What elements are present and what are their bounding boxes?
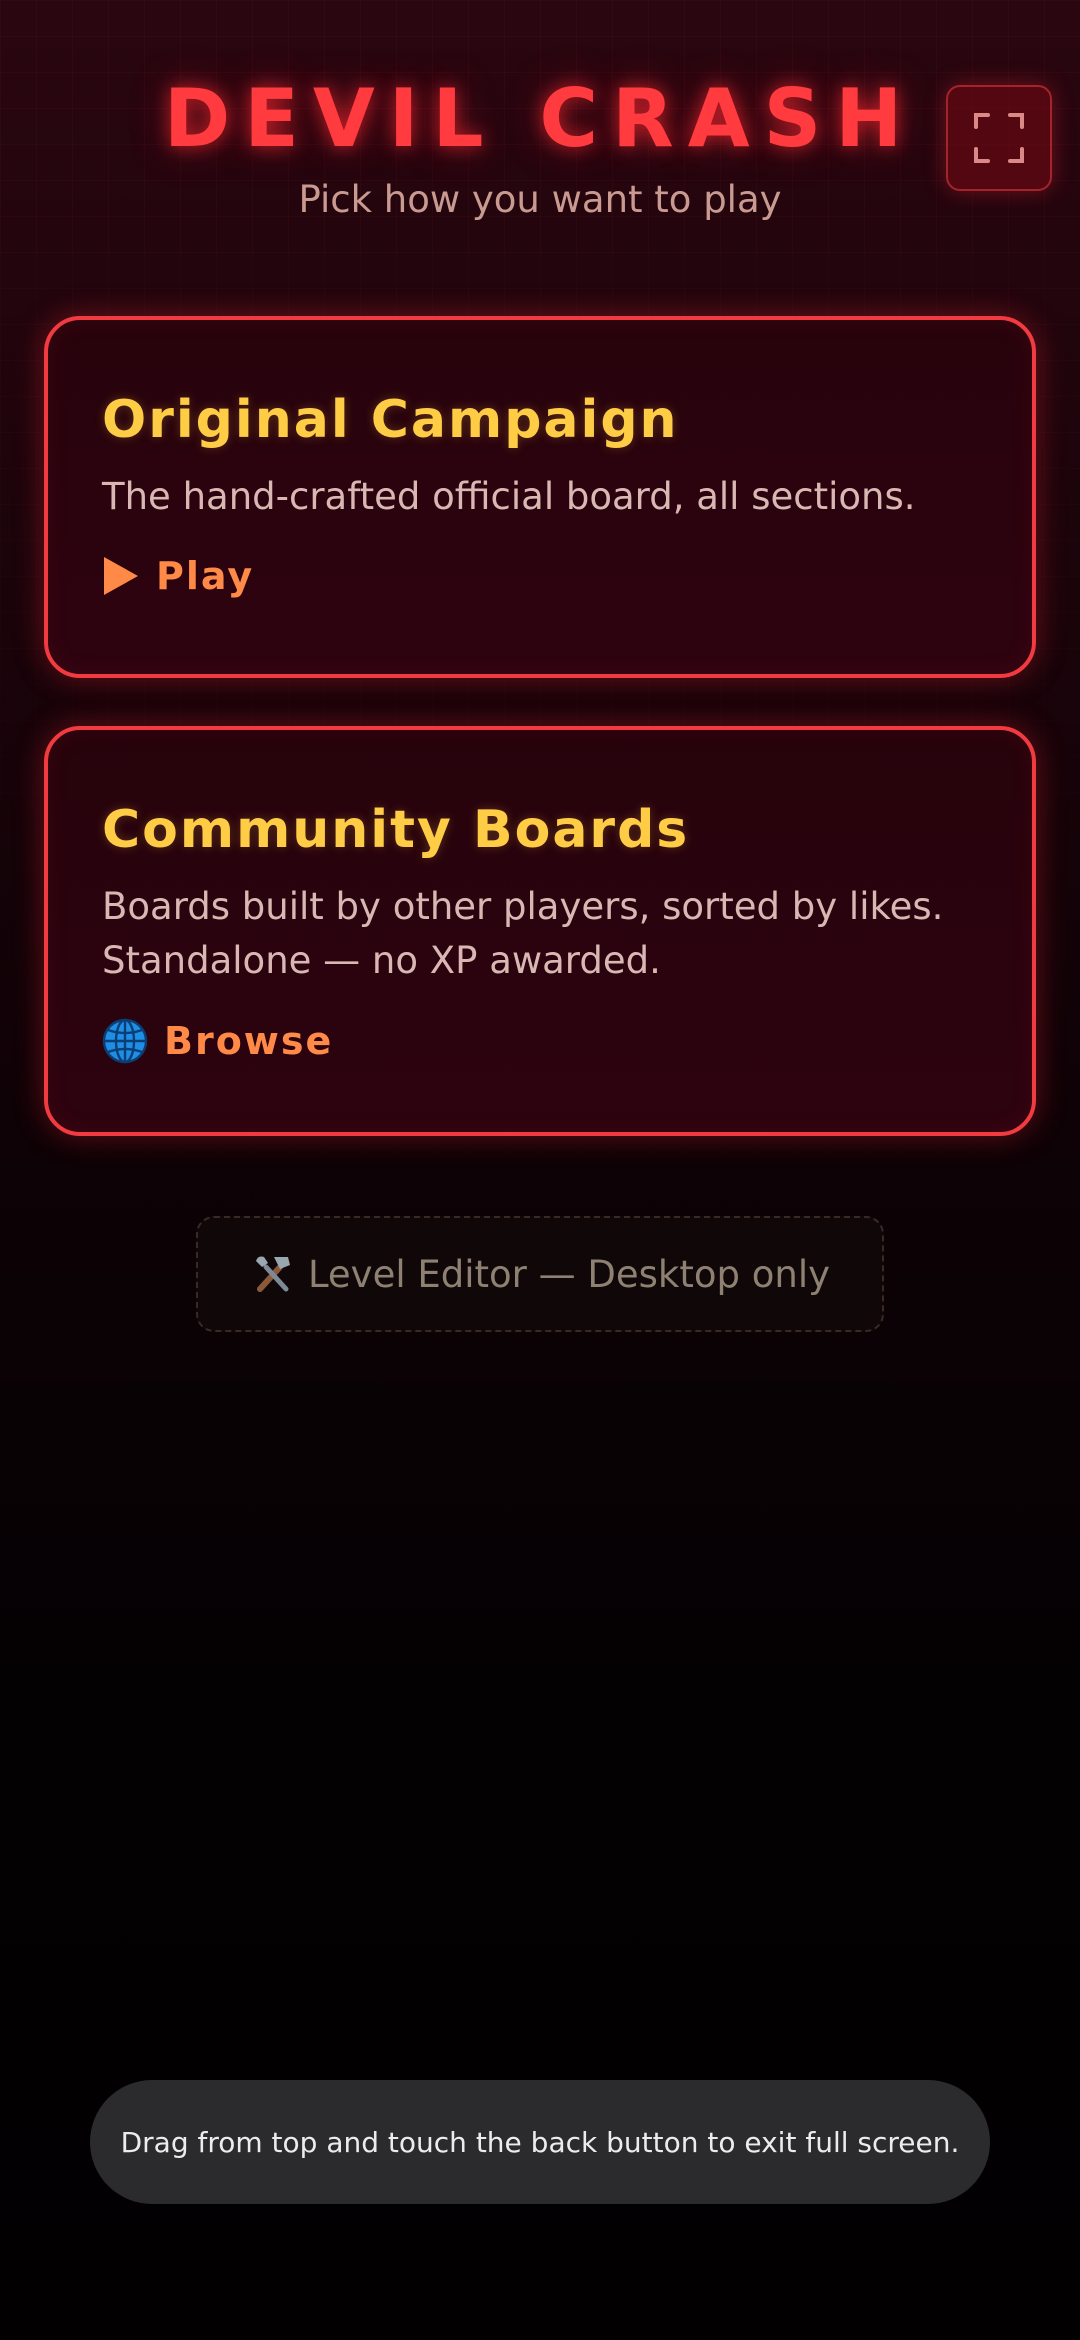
card-title: Original Campaign — [102, 390, 679, 450]
card-description-line: Boards built by other players, sorted by… — [102, 885, 944, 928]
globe-icon — [102, 1018, 148, 1064]
play-button[interactable]: Play — [102, 554, 978, 598]
play-icon — [104, 557, 138, 595]
page-subtitle: Pick how you want to play — [298, 178, 782, 221]
browse-button[interactable]: Browse — [102, 1018, 978, 1064]
tools-icon — [255, 1256, 290, 1292]
level-editor-notice: Level Editor — Desktop only — [196, 1216, 884, 1332]
level-editor-label: Level Editor — Desktop only — [307, 1252, 831, 1296]
original-campaign-card[interactable]: Original Campaign The hand-crafted offic… — [44, 316, 1036, 678]
browse-label: Browse — [164, 1019, 334, 1063]
fullscreen-button[interactable] — [946, 85, 1052, 191]
card-description: Boards built by other players, sorted by… — [102, 880, 978, 988]
card-description-line: Standalone — no XP awarded. — [102, 939, 661, 982]
card-description: The hand-crafted official board, all sec… — [102, 475, 916, 518]
fullscreen-toast: Drag from top and touch the back button … — [90, 2080, 990, 2204]
card-title: Community Boards — [102, 800, 690, 860]
game-title: DEVIL CRASH — [163, 72, 917, 165]
fullscreen-icon — [974, 113, 1024, 163]
community-boards-card[interactable]: Community Boards Boards built by other p… — [44, 726, 1036, 1136]
play-label: Play — [156, 554, 255, 598]
